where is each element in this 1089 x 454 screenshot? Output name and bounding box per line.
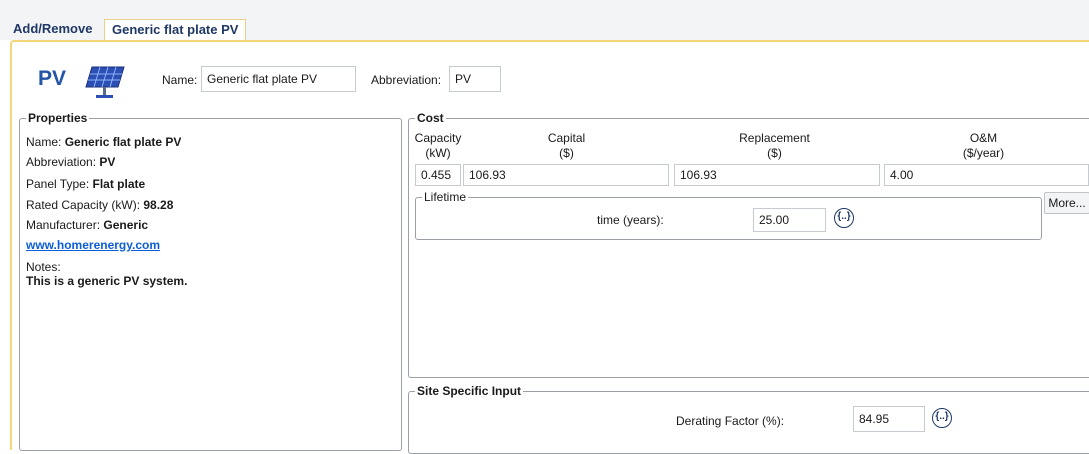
om-header-label: O&M [969,131,998,145]
prop-manufacturer: Manufacturer: Generic [26,218,148,232]
capital-header-unit: ($) [559,146,574,160]
prop-notes-value: This is a generic PV system. [26,274,188,288]
prop-abbreviation: Abbreviation: PV [26,155,115,169]
capital-header: Capital ($) [465,131,668,161]
properties-legend: Properties [28,111,88,125]
lifetime-sensitivity-button[interactable]: {..} [834,208,854,228]
prop-rated-capacity-label: Rated Capacity (kW): [26,198,141,212]
om-header-unit: ($/year) [962,146,1005,160]
tab-add-remove[interactable]: Add/Remove [11,19,94,40]
replacement-header-label: Replacement [739,131,810,145]
lifetime-input[interactable] [753,208,826,232]
prop-abbreviation-value: PV [99,155,116,169]
replacement-header-unit: ($) [767,146,782,160]
prop-name: Name: Generic flat plate PV [26,135,181,149]
prop-panel-type-label: Panel Type: [26,177,90,191]
capacity-input[interactable] [415,164,461,186]
window-top-strip [0,0,1089,14]
site-specific-legend: Site Specific Input [417,384,522,398]
prop-panel-type-value: Flat plate [92,177,146,191]
lifetime-label: time (years): [597,213,664,227]
component-type-label: PV [38,67,67,90]
capacity-header-unit: (kW) [425,146,451,160]
abbreviation-label: Abbreviation: [371,73,442,87]
prop-name-value: Generic flat plate PV [64,135,182,149]
lifetime-group: Lifetime [415,190,1042,240]
replacement-input[interactable] [674,164,880,186]
abbreviation-input[interactable] [449,66,501,92]
prop-rated-capacity-value: 98.28 [143,198,174,212]
prop-manufacturer-value: Generic [103,218,149,232]
homer-website-link[interactable]: www.homerenergy.com [26,238,160,252]
prop-abbreviation-label: Abbreviation: [26,155,97,169]
prop-manufacturer-label: Manufacturer: [26,218,101,232]
prop-name-label: Name: [26,135,62,149]
more-button[interactable]: More... [1044,192,1089,214]
capital-header-label: Capital [547,131,586,145]
om-header: O&M ($/year) [881,131,1086,161]
tab-generic-flat-plate-pv[interactable]: Generic flat plate PV [104,19,247,41]
capacity-header: Capacity (kW) [412,131,464,161]
capacity-header-label: Capacity [414,131,462,145]
om-input[interactable] [884,164,1089,186]
capital-input[interactable] [463,164,669,186]
name-label: Name: [162,73,198,87]
replacement-header: Replacement ($) [673,131,876,161]
cost-legend: Cost [417,111,444,125]
solar-panel-icon [85,66,125,98]
prop-rated-capacity: Rated Capacity (kW): 98.28 [26,198,173,212]
tab-bar: Add/Remove Generic flat plate PV [0,14,1089,41]
derating-input[interactable] [853,406,925,432]
prop-notes-label: Notes: [26,260,61,274]
prop-panel-type: Panel Type: Flat plate [26,177,145,191]
derating-sensitivity-button[interactable]: {..} [932,408,952,428]
derating-label: Derating Factor (%): [676,414,785,428]
name-input[interactable] [201,66,356,92]
lifetime-legend: Lifetime [424,190,467,204]
